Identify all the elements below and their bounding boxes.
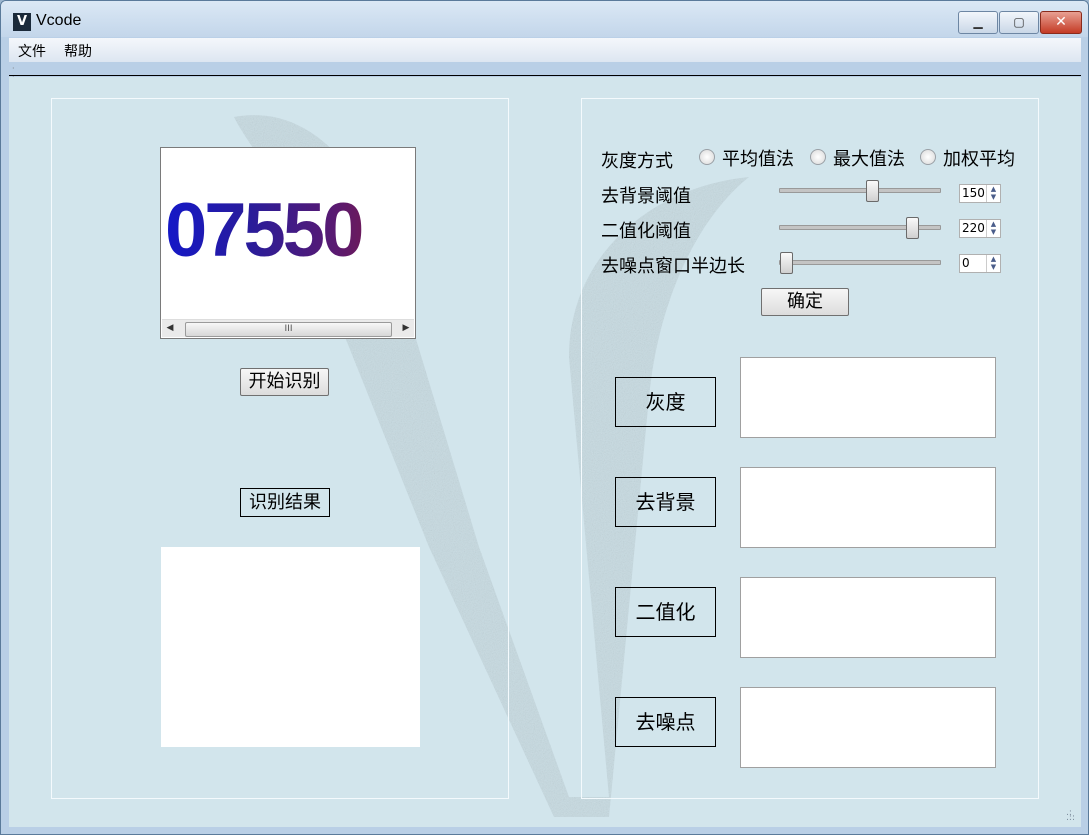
maximize-button[interactable]: ▢ — [999, 11, 1039, 34]
toolbar-divider — [9, 75, 1081, 76]
bg-threshold-spinbox[interactable]: 150 ▲ ▼ — [959, 184, 1001, 203]
radio-average[interactable] — [699, 149, 715, 165]
minimize-button[interactable]: ▁ — [958, 11, 998, 34]
menu-bar: 文件 帮助 — [9, 38, 1081, 62]
stage-gray-label: 灰度 — [615, 377, 716, 427]
gray-preview — [740, 357, 996, 438]
bin-threshold-spinbox[interactable]: 220 ▲ ▼ — [959, 219, 1001, 238]
bg-removal-preview — [740, 467, 996, 548]
stage-bg-removal-label: 去背景 — [615, 477, 716, 527]
scroll-right-icon[interactable]: ▶ — [398, 320, 414, 337]
bg-threshold-slider-thumb[interactable] — [866, 180, 879, 202]
bg-threshold-label: 去背景阈值 — [601, 186, 691, 207]
denoise-label: 去噪点窗口半边长 — [601, 256, 745, 277]
denoise-slider-thumb[interactable] — [780, 252, 793, 274]
radio-average-label[interactable]: 平均值法 — [722, 145, 794, 171]
radio-weighted[interactable] — [920, 149, 936, 165]
app-window: V Vcode ▁ ▢ ✕ 文件 帮助 ·· 07550 ◀ III ▶ 开始 — [0, 0, 1089, 835]
confirm-button[interactable]: 确定 — [761, 288, 849, 316]
title-bar[interactable]: V Vcode ▁ ▢ ✕ — [1, 1, 1088, 37]
horizontal-scrollbar[interactable]: ◀ III ▶ — [162, 319, 414, 337]
gray-mode-label: 灰度方式 — [601, 151, 673, 172]
captcha-image-view[interactable]: 07550 ◀ III ▶ — [160, 147, 416, 339]
stage-denoise-label: 去噪点 — [615, 697, 716, 747]
scroll-left-icon[interactable]: ◀ — [162, 320, 178, 337]
client-area: 07550 ◀ III ▶ 开始识别 识别结果 灰度方式 平均值法 最大值法 加… — [9, 77, 1081, 827]
close-button[interactable]: ✕ — [1040, 11, 1082, 34]
radio-weighted-label[interactable]: 加权平均 — [943, 145, 1015, 171]
bin-threshold-label: 二值化阈值 — [601, 221, 691, 242]
bg-threshold-value: 150 — [962, 186, 985, 200]
spin-arrows-icon[interactable]: ▲ ▼ — [986, 220, 1000, 237]
spin-arrows-icon[interactable]: ▲ ▼ — [986, 185, 1000, 202]
result-label: 识别结果 — [240, 488, 330, 517]
radio-max-label[interactable]: 最大值法 — [833, 145, 905, 171]
binarize-preview — [740, 577, 996, 658]
denoise-spinbox[interactable]: 0 ▲ ▼ — [959, 254, 1001, 273]
radio-max[interactable] — [810, 149, 826, 165]
menu-help[interactable]: 帮助 — [64, 41, 92, 61]
bg-threshold-slider[interactable] — [779, 188, 941, 193]
app-logo-icon: V — [13, 13, 31, 31]
captcha-image: 07550 — [165, 183, 410, 278]
bin-threshold-value: 220 — [962, 221, 985, 235]
denoise-preview — [740, 687, 996, 768]
spin-arrows-icon[interactable]: ▲ ▼ — [986, 255, 1000, 272]
window-title: Vcode — [36, 12, 82, 29]
start-recognition-button[interactable]: 开始识别 — [240, 368, 329, 396]
denoise-slider[interactable] — [779, 260, 941, 265]
menu-file[interactable]: 文件 — [18, 41, 46, 61]
bin-threshold-slider-thumb[interactable] — [906, 217, 919, 239]
scroll-thumb[interactable]: III — [185, 322, 392, 337]
stage-binarize-label: 二值化 — [615, 587, 716, 637]
result-output[interactable] — [161, 547, 420, 747]
denoise-value: 0 — [962, 256, 970, 270]
resize-grip-icon[interactable]: .:.:: — [1066, 809, 1075, 823]
